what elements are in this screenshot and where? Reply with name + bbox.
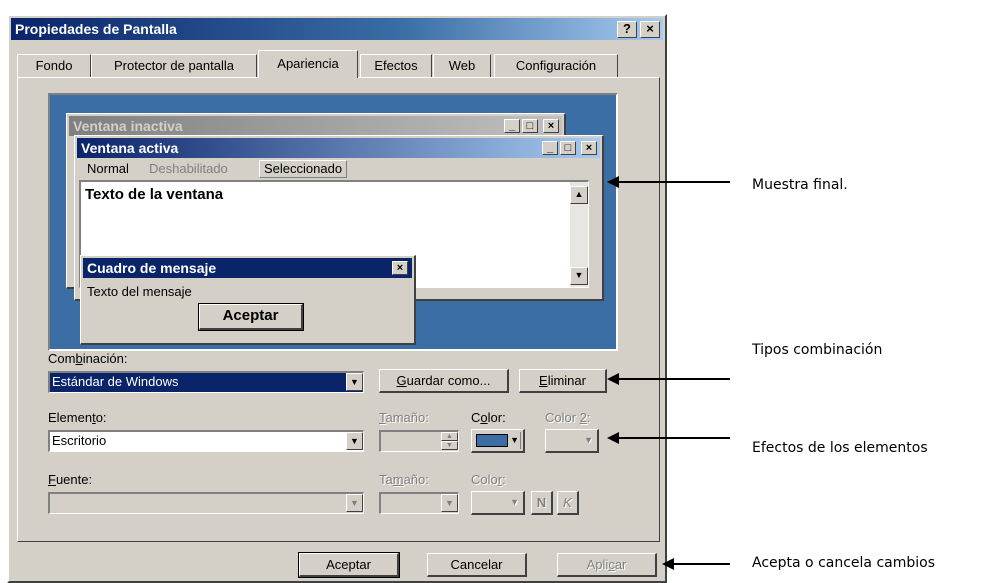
chevron-down-icon: ▼ xyxy=(346,494,363,512)
preview-active-title: Ventana activa xyxy=(81,140,179,156)
element-select[interactable]: Escritorio ▼ xyxy=(48,430,364,452)
annotation-preview: Muestra final. xyxy=(752,177,848,193)
preview-message-titlebar: Cuadro de mensaje × xyxy=(83,258,412,278)
chevron-down-icon: ▼ xyxy=(510,435,519,445)
minimize-icon: _ xyxy=(504,119,520,133)
preview-message-box: Cuadro de mensaje × Texto del mensaje Ac… xyxy=(80,255,416,345)
display-properties-dialog: Propiedades de Pantalla ? × Fondo Protec… xyxy=(7,14,667,583)
save-as-button[interactable]: Guardar como... xyxy=(379,369,509,393)
element-color2-button: ▼ xyxy=(545,429,599,453)
window-title: Propiedades de Pantalla xyxy=(15,21,177,37)
ok-button[interactable]: Aceptar xyxy=(298,552,400,578)
maximize-icon: □ xyxy=(522,119,538,133)
element-size-stepper: ▲ ▼ xyxy=(379,430,459,452)
font-label: Fuente: xyxy=(48,472,93,487)
element-value: Escritorio xyxy=(52,433,107,448)
stepper-up-icon: ▲ xyxy=(441,432,458,441)
bold-button: N xyxy=(531,491,553,515)
chevron-down-icon: ▼ xyxy=(441,494,458,512)
annotation-arrow-line xyxy=(617,181,730,183)
font-size-label: Tamaño: xyxy=(379,472,429,487)
italic-button: K xyxy=(557,491,579,515)
font-color-button: ▼ xyxy=(471,491,525,515)
preview-message-text: Texto del mensaje xyxy=(87,284,192,299)
preview-inactive-title: Ventana inactiva xyxy=(73,118,183,134)
element-color2-label: Color 2: xyxy=(545,410,591,425)
stepper-down-icon: ▼ xyxy=(441,441,458,450)
close-icon: × xyxy=(543,119,559,133)
tab-web[interactable]: Web xyxy=(433,54,491,78)
annotation-effects: Efectos de los elementos xyxy=(752,440,928,456)
preview-message-title: Cuadro de mensaje xyxy=(87,260,217,276)
preview-menu-selected: Seleccionado xyxy=(259,160,348,178)
preview-menu-normal: Normal xyxy=(87,161,129,176)
minimize-icon: _ xyxy=(542,141,558,155)
title-bar: Propiedades de Pantalla ? × xyxy=(11,18,663,40)
element-label: Elemento: xyxy=(48,410,107,425)
element-color-button[interactable]: ▼ xyxy=(471,429,525,453)
appearance-preview[interactable]: Ventana inactiva _ □ × Ventana activa _ … xyxy=(48,93,618,351)
preview-inactive-titlebar: Ventana inactiva _ □ × xyxy=(69,116,562,136)
scheme-value: Estándar de Windows xyxy=(52,374,179,389)
annotation-schemes: Tipos combinación xyxy=(752,342,883,358)
color-swatch xyxy=(476,434,508,447)
cancel-button[interactable]: Cancelar xyxy=(427,553,527,577)
preview-window-text: Texto de la ventana xyxy=(85,186,224,203)
chevron-down-icon[interactable]: ▼ xyxy=(346,432,363,450)
font-size-select: ▼ xyxy=(379,492,459,514)
preview-active-titlebar: Ventana activa _ □ × xyxy=(77,138,600,158)
font-color-label: Color: xyxy=(471,472,506,487)
element-size-label: Tamaño: xyxy=(379,410,429,425)
scheme-select[interactable]: Estándar de Windows ▼ xyxy=(48,371,364,393)
font-select: ▼ xyxy=(48,492,364,514)
maximize-icon: □ xyxy=(560,141,576,155)
chevron-down-icon[interactable]: ▼ xyxy=(346,373,363,391)
tab-efectos[interactable]: Efectos xyxy=(360,54,432,78)
delete-scheme-button[interactable]: Eliminar xyxy=(519,369,607,393)
element-color-label: Color: xyxy=(471,410,506,425)
scroll-up-icon: ▲ xyxy=(570,186,588,204)
tab-protector-de-pantalla[interactable]: Protector de pantalla xyxy=(91,54,257,78)
annotation-arrow-line xyxy=(617,378,730,380)
chevron-down-icon: ▼ xyxy=(510,497,519,507)
help-button[interactable]: ? xyxy=(617,21,637,38)
tab-configuracion[interactable]: Configuración xyxy=(494,54,618,78)
scroll-down-icon: ▼ xyxy=(570,267,588,285)
close-button[interactable]: × xyxy=(640,21,660,38)
preview-scrollbar: ▲ ▼ xyxy=(570,182,588,287)
scheme-label: Combinación: xyxy=(48,351,128,366)
close-icon: × xyxy=(581,141,597,155)
divider xyxy=(520,432,521,449)
close-icon: × xyxy=(392,261,408,275)
annotation-arrow-line xyxy=(672,563,730,565)
tab-apariencia[interactable]: Apariencia xyxy=(258,50,358,78)
preview-ok-button: Aceptar xyxy=(198,303,304,331)
annotation-arrow-line xyxy=(617,437,730,439)
annotation-accept: Acepta o cancela cambios xyxy=(752,555,935,571)
preview-menu-disabled: Deshabilitado xyxy=(149,161,228,176)
tab-fondo[interactable]: Fondo xyxy=(17,54,91,78)
chevron-down-icon: ▼ xyxy=(584,435,593,445)
apply-button: Aplicar xyxy=(557,553,657,577)
